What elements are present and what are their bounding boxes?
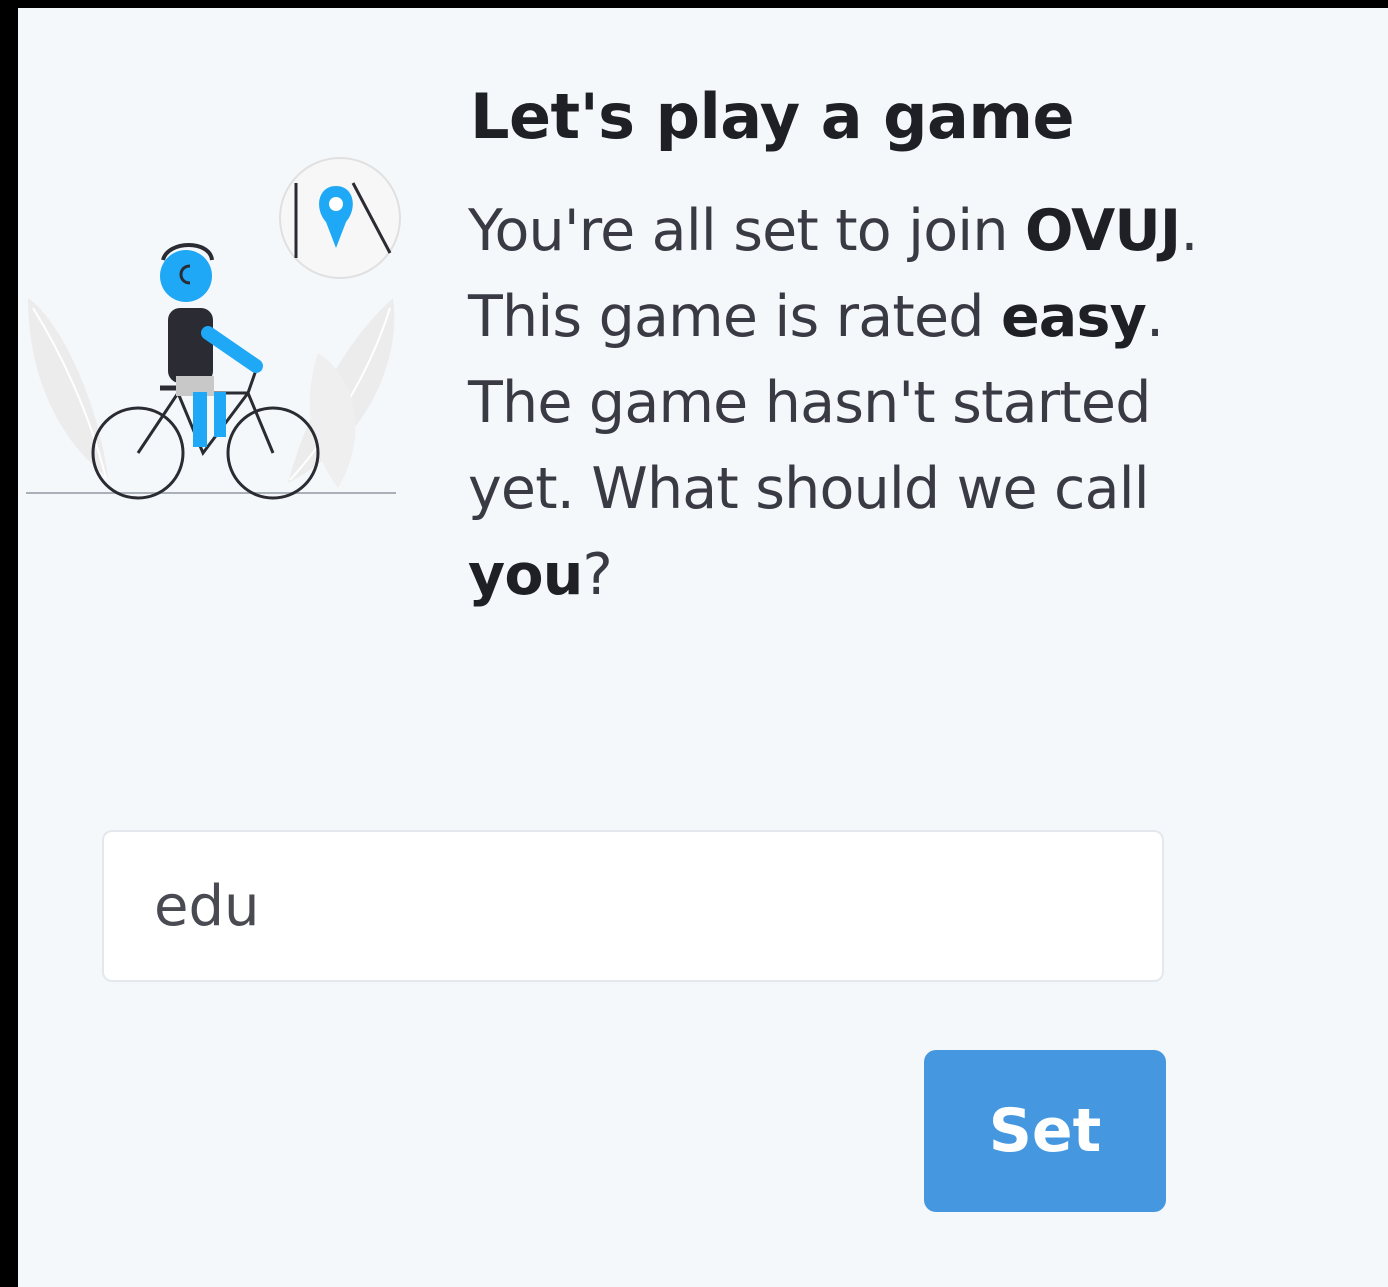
map-pin-icon [279, 157, 401, 279]
difficulty-rating: easy [1000, 284, 1147, 350]
rating-text-end: . [1145, 284, 1164, 350]
question-mark: ? [582, 542, 613, 608]
set-name-button[interactable]: Set [924, 1050, 1166, 1212]
game-status-message: You're all set to join OVUJ. This game i… [468, 188, 1258, 618]
page-title: Let's play a game [470, 80, 1075, 153]
rating-text: This game is rated [468, 284, 1001, 350]
status-text: The game hasn't started yet. What should… [468, 370, 1151, 522]
join-text: You're all set to join [468, 198, 1025, 264]
player-name-input[interactable] [102, 830, 1164, 982]
game-code: OVUJ [1024, 198, 1181, 264]
join-text-end: . [1180, 198, 1198, 264]
you-word: you [468, 542, 583, 608]
join-game-screen: Let's play a game You're all set to join… [18, 8, 1388, 1287]
cyclist-illustration [26, 157, 401, 500]
